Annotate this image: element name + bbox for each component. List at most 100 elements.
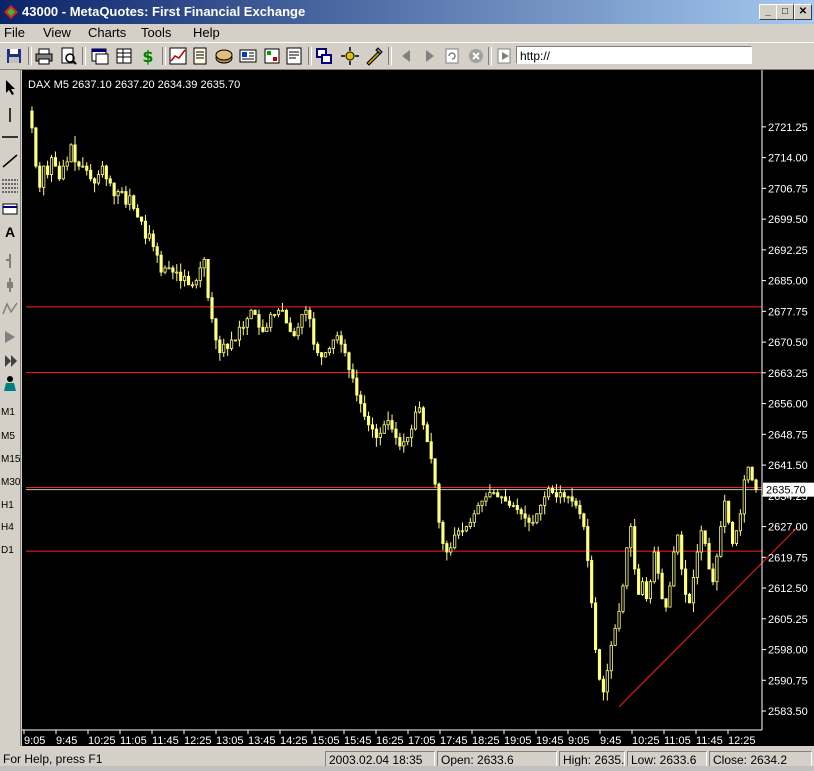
dollar-icon[interactable]: $ <box>138 46 158 66</box>
properties-icon[interactable] <box>190 46 210 66</box>
new-chart-icon[interactable] <box>90 46 110 66</box>
period-h4[interactable]: H4 <box>1 521 14 535</box>
forward-icon[interactable] <box>420 46 440 66</box>
candle-body <box>265 326 269 332</box>
candle-body <box>53 157 58 167</box>
tile-windows-icon[interactable] <box>284 46 304 66</box>
candle-body <box>699 530 703 553</box>
candle-body <box>597 649 602 680</box>
candle-body <box>93 178 97 184</box>
candle-body <box>742 479 746 515</box>
candle-body <box>402 441 406 447</box>
price-chart[interactable]: 2721.25 2714.00 2706.75 2699.50 2692.25 2685.… <box>22 70 814 747</box>
candle-body <box>523 513 527 519</box>
cursor-icon[interactable] <box>1 78 19 96</box>
vertical-line-icon[interactable] <box>1 106 19 124</box>
candle-body <box>507 500 512 506</box>
print-preview-icon[interactable] <box>58 46 78 66</box>
buy-arrow-icon[interactable] <box>1 328 19 346</box>
candle-body <box>233 339 238 342</box>
x-tick-label: 9:45 <box>600 735 621 746</box>
period-m15[interactable]: M15 <box>1 453 20 467</box>
candle-body <box>292 331 296 337</box>
candle-body <box>453 534 457 549</box>
chart-window[interactable]: 2721.25 2714.00 2706.75 2699.50 2692.25 2685.… <box>22 70 814 747</box>
candle-body <box>167 267 171 270</box>
bookmark-icon[interactable] <box>494 46 514 66</box>
candle-body <box>308 309 312 320</box>
candle-body <box>707 543 711 570</box>
url-input[interactable]: http:// <box>516 46 752 64</box>
candle-body <box>374 428 378 438</box>
candle-body <box>46 165 50 175</box>
candle-body <box>96 174 101 184</box>
x-tick-label: 13:45 <box>248 735 276 746</box>
zigzag-icon[interactable] <box>1 300 19 318</box>
templates-icon[interactable] <box>214 46 234 66</box>
fibonacci-icon[interactable] <box>1 176 19 194</box>
candle-body <box>206 258 210 298</box>
stop-icon[interactable] <box>466 46 486 66</box>
candle-body <box>335 335 339 341</box>
candle-body <box>186 275 191 286</box>
y-tick-label: 2583.50 <box>768 706 808 718</box>
refresh-icon[interactable] <box>442 46 462 66</box>
back-icon[interactable] <box>396 46 416 66</box>
cycle-lines-icon[interactable] <box>1 374 19 392</box>
close-button[interactable]: ✕ <box>794 4 812 20</box>
candle-body <box>754 479 758 491</box>
y-tick-label: 2619.75 <box>768 552 808 564</box>
candle-body <box>617 610 621 629</box>
candle-body <box>547 487 551 498</box>
period-h1[interactable]: H1 <box>1 499 14 513</box>
candle-body <box>664 598 668 608</box>
maximize-button[interactable]: □ <box>776 4 794 20</box>
candle-body <box>488 492 492 498</box>
candle-body <box>38 165 42 188</box>
market-watch-icon[interactable] <box>114 46 134 66</box>
tools-icon[interactable] <box>340 46 360 66</box>
candle-body <box>500 496 504 499</box>
candle-body <box>457 530 461 536</box>
x-tick-label: 9:05 <box>568 735 589 746</box>
period-m30[interactable]: M30 <box>1 476 20 490</box>
period-m1[interactable]: M1 <box>1 406 15 420</box>
y-tick-label: 2612.50 <box>768 583 808 595</box>
candle-body <box>245 318 249 328</box>
menu-file[interactable]: File <box>4 24 25 42</box>
candle-body <box>249 309 253 320</box>
minimize-button[interactable]: _ <box>759 4 777 20</box>
period-d1[interactable]: D1 <box>1 544 14 558</box>
down-arrow-icon[interactable] <box>1 276 19 294</box>
candle-body <box>562 492 566 498</box>
notes-icon[interactable] <box>262 46 282 66</box>
x-tick-label: 18:25 <box>472 735 500 746</box>
menu-help[interactable]: Help <box>193 24 220 42</box>
x-tick-label: 11:45 <box>696 735 723 746</box>
title-bar: 43000 - MetaQuotes: First Financial Exch… <box>0 0 814 24</box>
menu-tools[interactable]: Tools <box>141 24 171 42</box>
candle-body <box>695 551 699 578</box>
menu-view[interactable]: View <box>43 24 71 42</box>
candle-body <box>159 254 163 273</box>
chart-window-icon[interactable] <box>168 46 188 66</box>
text-icon[interactable]: A <box>1 222 19 240</box>
rectangle-icon[interactable] <box>1 200 19 218</box>
candle-body <box>355 377 359 396</box>
candle-body <box>640 581 645 595</box>
up-arrow-icon[interactable] <box>1 252 19 270</box>
sell-arrow-icon[interactable] <box>1 352 19 370</box>
print-icon[interactable] <box>34 46 54 66</box>
expert-icon[interactable] <box>364 46 384 66</box>
period-m5[interactable]: M5 <box>1 430 15 444</box>
news-icon[interactable] <box>238 46 258 66</box>
x-tick-label: 15:05 <box>312 735 340 746</box>
candle-body <box>136 208 140 218</box>
toolbar: $ http:// <box>0 42 814 70</box>
trend-line-icon[interactable] <box>1 152 19 170</box>
candle-body <box>519 509 523 515</box>
save-icon[interactable] <box>4 46 24 66</box>
options-icon[interactable] <box>314 46 334 66</box>
horizontal-line-icon[interactable] <box>1 128 19 146</box>
menu-charts[interactable]: Charts <box>88 24 126 42</box>
